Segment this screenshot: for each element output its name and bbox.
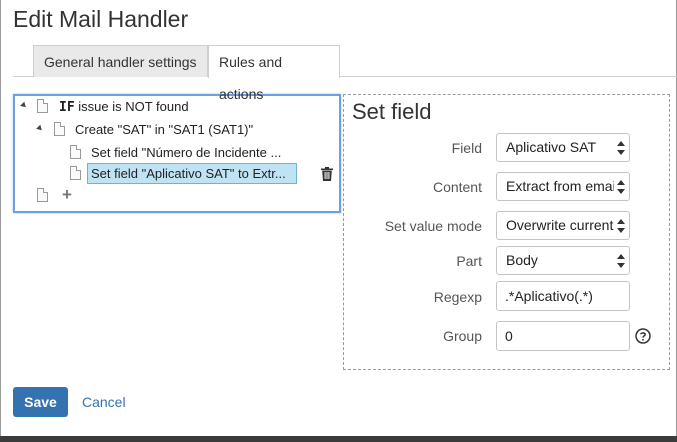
content-select-value: Extract from email body xyxy=(506,178,614,194)
select-arrows-icon xyxy=(617,180,625,194)
document-icon xyxy=(54,122,65,136)
group-label: Group xyxy=(443,328,482,344)
set-value-mode-label: Set value mode xyxy=(384,218,482,234)
bottom-edge-bar xyxy=(0,436,677,442)
dialog-title: Edit Mail Handler xyxy=(13,6,189,32)
tree-node-set-field-numero[interactable]: Set field "Número de Incidente ... xyxy=(91,142,281,164)
part-label: Part xyxy=(456,253,482,269)
regexp-label: Regexp xyxy=(433,289,482,305)
set-field-title: Set field xyxy=(352,99,432,124)
content-select[interactable]: Extract from email body xyxy=(496,172,630,201)
field-select-value: Aplicativo SAT xyxy=(506,139,596,155)
set-value-mode-value: Overwrite current value xyxy=(506,217,614,233)
question-circle-icon[interactable] xyxy=(635,328,651,344)
tree-node-create[interactable]: Create "SAT" in "SAT1 (SAT1)" xyxy=(75,119,253,141)
cancel-link[interactable]: Cancel xyxy=(82,394,126,410)
regexp-input[interactable] xyxy=(496,281,630,311)
plus-icon[interactable]: + xyxy=(62,186,72,203)
part-select-value: Body xyxy=(506,252,538,268)
select-arrows-icon xyxy=(617,254,625,268)
tree-node-if[interactable]: IF issue is NOT found xyxy=(59,96,189,118)
if-condition-label: issue is NOT found xyxy=(78,99,189,114)
select-arrows-icon xyxy=(617,219,625,233)
if-keyword: IF xyxy=(59,100,75,115)
tree-node-set-field-aplicativo[interactable]: Set field "Aplicativo SAT" to Extr... xyxy=(87,163,297,184)
content-label: Content xyxy=(432,179,482,195)
group-input[interactable] xyxy=(496,321,630,351)
document-icon xyxy=(70,145,81,159)
set-value-mode-select[interactable]: Overwrite current value xyxy=(496,211,630,240)
field-select[interactable]: Aplicativo SAT xyxy=(496,133,630,162)
select-arrows-icon xyxy=(617,141,625,155)
field-label: Field xyxy=(451,140,482,156)
tab-general-handler-settings[interactable]: General handler settings xyxy=(33,45,208,77)
tab-bar: General handler settings Rules and actio… xyxy=(13,45,677,102)
part-select[interactable]: Body xyxy=(496,246,630,275)
document-icon xyxy=(37,99,48,113)
document-icon xyxy=(37,188,48,202)
tab-rules-and-actions[interactable]: Rules and actions xyxy=(208,45,340,102)
save-button[interactable]: Save xyxy=(13,387,68,417)
edit-mail-handler-dialog: Edit Mail Handler General handler settin… xyxy=(0,0,677,436)
trash-icon[interactable] xyxy=(321,167,333,181)
document-icon xyxy=(70,166,81,180)
